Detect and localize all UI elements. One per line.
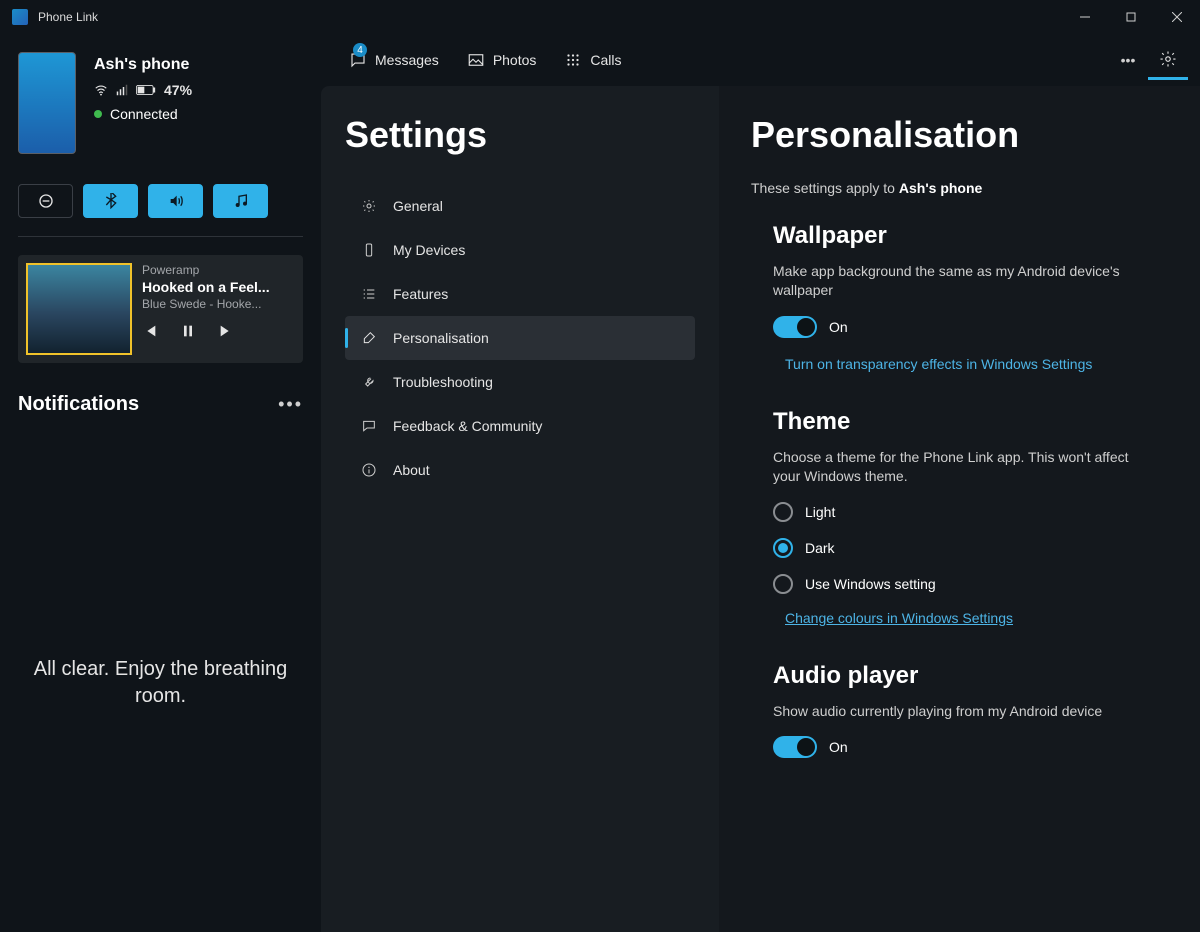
wrench-icon xyxy=(361,374,377,390)
settings-title: Settings xyxy=(345,114,695,156)
notifications-empty-text: All clear. Enjoy the breathing room. xyxy=(18,656,303,710)
wallpaper-toggle-state: On xyxy=(829,319,848,335)
nav-label: Personalisation xyxy=(393,330,489,346)
track-artist: Blue Swede - Hooke... xyxy=(142,297,295,311)
bluetooth-button[interactable] xyxy=(83,184,138,218)
chat-icon xyxy=(361,418,377,434)
nav-label: About xyxy=(393,462,430,478)
page-title: Personalisation xyxy=(751,114,1160,156)
radio-label: Use Windows setting xyxy=(805,576,936,592)
battery-icon xyxy=(136,84,156,96)
notifications-heading: Notifications xyxy=(18,393,278,416)
tabbar: 4 Messages Photos Calls ••• xyxy=(321,34,1200,86)
titlebar: Phone Link xyxy=(0,0,1200,34)
tab-calls-label: Calls xyxy=(590,52,621,68)
app-title: Phone Link xyxy=(38,10,98,24)
nav-label: General xyxy=(393,198,443,214)
settings-nav-about[interactable]: About xyxy=(345,448,695,492)
tab-photos[interactable]: Photos xyxy=(453,43,551,77)
settings-nav-personalisation[interactable]: Personalisation xyxy=(345,316,695,360)
theme-radio-system[interactable]: Use Windows setting xyxy=(773,574,1160,594)
theme-radio-dark[interactable]: Dark xyxy=(773,538,1160,558)
pause-button[interactable] xyxy=(180,323,196,342)
minimize-button[interactable] xyxy=(1062,1,1108,33)
applies-to-text: These settings apply to Ash's phone xyxy=(751,180,1160,196)
next-track-button[interactable] xyxy=(218,323,234,342)
volume-button[interactable] xyxy=(148,184,203,218)
applies-prefix: These settings apply to xyxy=(751,180,899,196)
radio-icon xyxy=(773,502,793,522)
settings-nav-general[interactable]: General xyxy=(345,184,695,228)
audio-desc: Show audio currently playing from my And… xyxy=(773,702,1133,721)
now-playing-card[interactable]: Poweramp Hooked on a Feel... Blue Swede … xyxy=(18,255,303,363)
more-button[interactable]: ••• xyxy=(1108,40,1148,80)
phone-thumbnail[interactable] xyxy=(18,52,76,154)
settings-content: Personalisation These settings apply to … xyxy=(719,86,1200,932)
brush-icon xyxy=(361,330,377,346)
music-button[interactable] xyxy=(213,184,268,218)
radio-label: Dark xyxy=(805,540,835,556)
audio-toggle[interactable] xyxy=(773,736,817,758)
settings-nav: Settings General My Devices Features Per… xyxy=(321,86,719,932)
signal-icon xyxy=(116,84,128,96)
tab-photos-label: Photos xyxy=(493,52,537,68)
audio-toggle-state: On xyxy=(829,739,848,755)
nav-label: Troubleshooting xyxy=(393,374,493,390)
list-icon xyxy=(361,286,377,302)
album-art xyxy=(26,263,132,355)
maximize-button[interactable] xyxy=(1108,1,1154,33)
prev-track-button[interactable] xyxy=(142,323,158,342)
radio-icon xyxy=(773,538,793,558)
photos-icon xyxy=(467,51,485,69)
audio-heading: Audio player xyxy=(773,662,1160,690)
wallpaper-heading: Wallpaper xyxy=(773,222,1160,250)
gear-icon xyxy=(1159,50,1177,68)
nav-label: Feedback & Community xyxy=(393,418,542,434)
gear-icon xyxy=(361,198,377,214)
radio-label: Light xyxy=(805,504,835,520)
theme-heading: Theme xyxy=(773,408,1160,436)
theme-section: Theme Choose a theme for the Phone Link … xyxy=(773,408,1160,626)
settings-button[interactable] xyxy=(1148,40,1188,80)
battery-percent: 47% xyxy=(164,82,192,98)
settings-nav-troubleshooting[interactable]: Troubleshooting xyxy=(345,360,695,404)
sidebar: Ash's phone 47% Connected xyxy=(0,34,321,932)
connected-dot xyxy=(94,110,102,118)
calls-icon xyxy=(564,51,582,69)
radio-icon xyxy=(773,574,793,594)
wallpaper-section: Wallpaper Make app background the same a… xyxy=(773,222,1160,372)
settings-nav-devices[interactable]: My Devices xyxy=(345,228,695,272)
phone-icon xyxy=(361,242,377,258)
connection-status: Connected xyxy=(110,106,178,122)
dnd-button[interactable] xyxy=(18,184,73,218)
wallpaper-desc: Make app background the same as my Andro… xyxy=(773,262,1133,300)
nav-label: Features xyxy=(393,286,448,302)
track-title: Hooked on a Feel... xyxy=(142,279,295,295)
device-name: Ash's phone xyxy=(94,56,303,74)
applies-device: Ash's phone xyxy=(899,180,982,196)
info-icon xyxy=(361,462,377,478)
notifications-more-button[interactable]: ••• xyxy=(278,394,303,415)
music-source: Poweramp xyxy=(142,263,295,277)
nav-label: My Devices xyxy=(393,242,465,258)
wallpaper-toggle[interactable] xyxy=(773,316,817,338)
messages-badge: 4 xyxy=(353,43,367,57)
app-icon xyxy=(12,9,28,25)
theme-radio-light[interactable]: Light xyxy=(773,502,1160,522)
transparency-link[interactable]: Turn on transparency effects in Windows … xyxy=(785,356,1092,372)
tab-calls[interactable]: Calls xyxy=(550,43,635,77)
settings-nav-features[interactable]: Features xyxy=(345,272,695,316)
theme-desc: Choose a theme for the Phone Link app. T… xyxy=(773,448,1133,486)
tab-messages-label: Messages xyxy=(375,52,439,68)
close-button[interactable] xyxy=(1154,1,1200,33)
tab-messages[interactable]: 4 Messages xyxy=(335,43,453,77)
settings-nav-feedback[interactable]: Feedback & Community xyxy=(345,404,695,448)
audio-section: Audio player Show audio currently playin… xyxy=(773,662,1160,759)
device-status: 47% xyxy=(94,82,303,98)
wifi-icon xyxy=(94,83,108,97)
colours-link[interactable]: Change colours in Windows Settings xyxy=(785,610,1013,626)
